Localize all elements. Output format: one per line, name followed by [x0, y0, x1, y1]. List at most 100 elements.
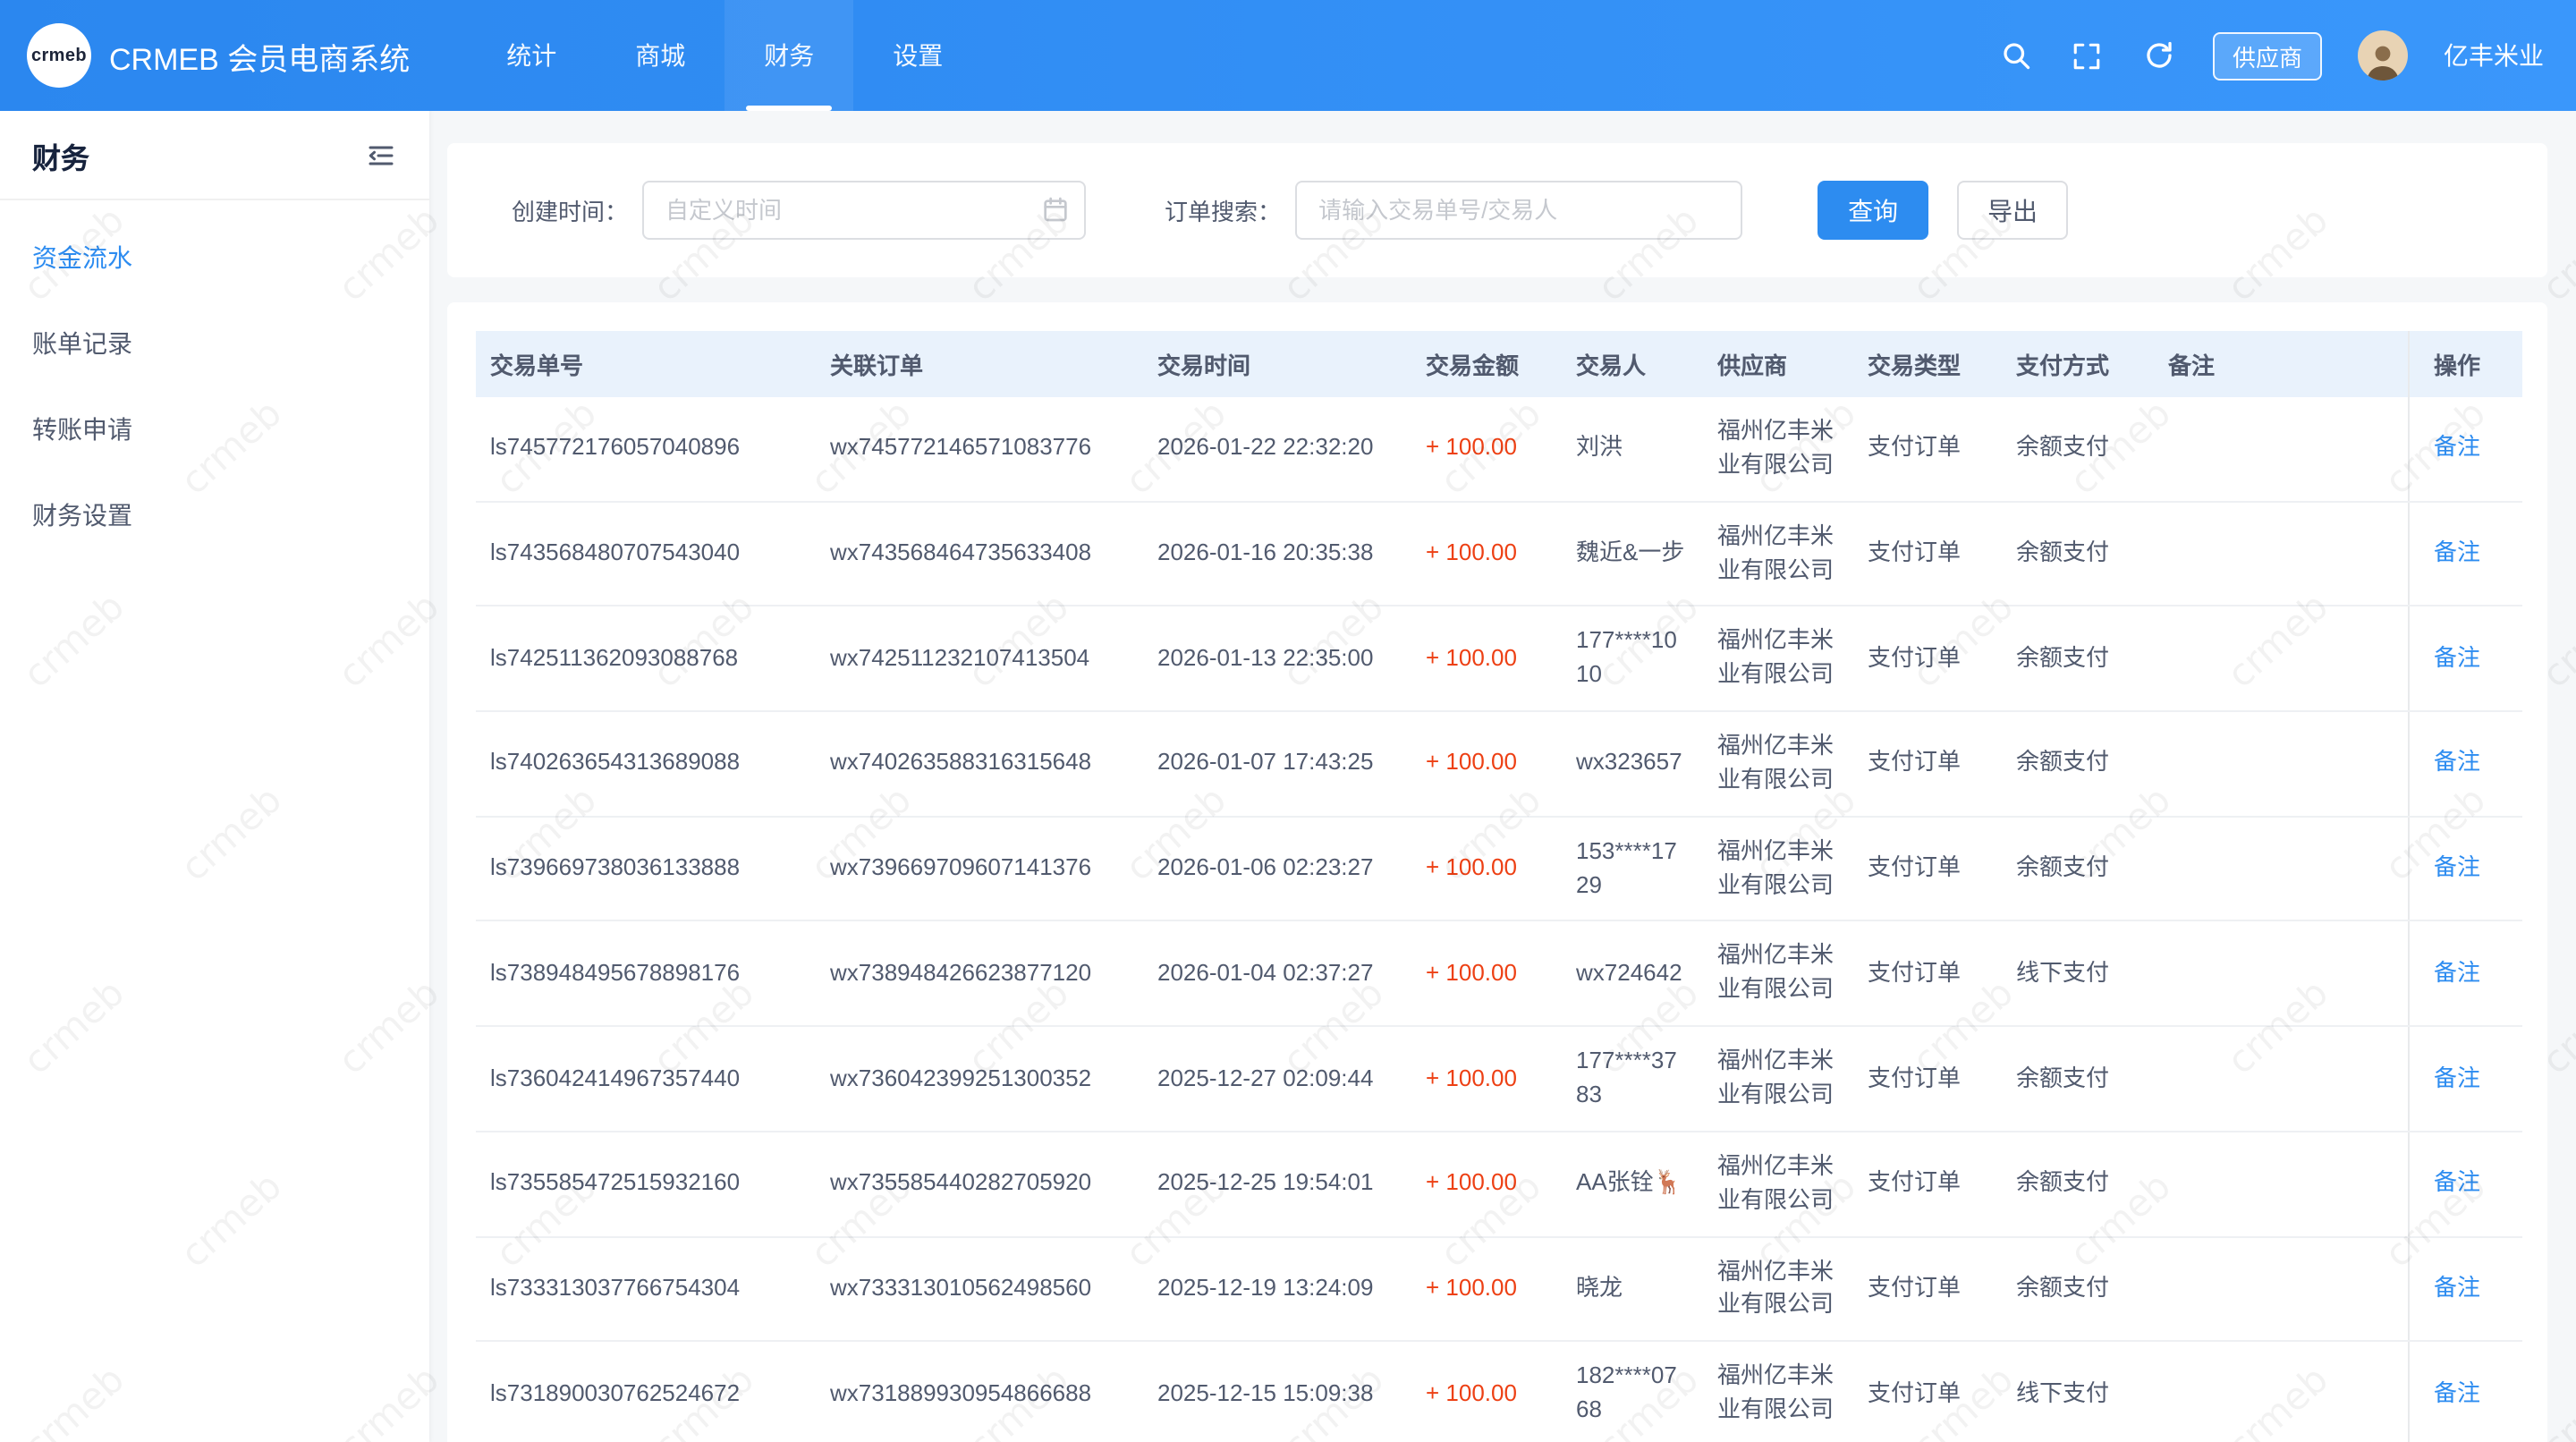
- cell-amount: + 100.00: [1411, 711, 1562, 816]
- sidebar-item-finance-settings[interactable]: 财务设置: [0, 472, 429, 558]
- col-trader: 交易人: [1562, 331, 1703, 397]
- remark-link[interactable]: 备注: [2434, 959, 2480, 986]
- cell-supplier: 福州亿丰米业有限公司: [1703, 711, 1853, 816]
- export-button[interactable]: 导出: [1957, 181, 2068, 240]
- cell-order-no: ls745772176057040896: [476, 397, 816, 501]
- cell-remark: [2154, 921, 2408, 1026]
- cell-trader: 177****3783: [1562, 1026, 1703, 1131]
- cell-remark: [2154, 711, 2408, 816]
- search-icon[interactable]: [1998, 38, 2034, 73]
- cell-trader: 182****0768: [1562, 1341, 1703, 1442]
- refresh-icon[interactable]: [2141, 38, 2177, 73]
- order-search-input[interactable]: [1295, 181, 1742, 240]
- cell-pay-method: 余额支付: [2002, 606, 2154, 711]
- cell-order-no: ls738948495678898176: [476, 921, 816, 1026]
- app-title: CRMEB 会员电商系统: [109, 33, 410, 78]
- cell-pay-method: 线下支付: [2002, 921, 2154, 1026]
- cell-actions: 备注: [2408, 501, 2522, 606]
- header-right: 供应商 亿丰米业: [1998, 30, 2576, 81]
- cell-supplier: 福州亿丰米业有限公司: [1703, 1132, 1853, 1236]
- table-row: ls745772176057040896 wx74577214657108377…: [476, 397, 2522, 501]
- table-row: ls731890030762524672 wx73188993095486668…: [476, 1341, 2522, 1442]
- cell-amount: + 100.00: [1411, 501, 1562, 606]
- supplier-role-badge[interactable]: 供应商: [2213, 31, 2322, 80]
- cell-type: 支付订单: [1853, 1026, 2002, 1131]
- remark-link[interactable]: 备注: [2434, 853, 2480, 880]
- cell-time: 2026-01-07 17:43:25: [1143, 711, 1411, 816]
- remark-link[interactable]: 备注: [2434, 1168, 2480, 1195]
- sidebar-item-transfer-request[interactable]: 转账申请: [0, 386, 429, 472]
- menu-fold-icon[interactable]: [365, 139, 397, 171]
- cell-type: 支付订单: [1853, 817, 2002, 921]
- cell-type: 支付订单: [1853, 921, 2002, 1026]
- table-row: ls735585472515932160 wx73558544028270592…: [476, 1132, 2522, 1236]
- filter-bar: 创建时间： 订单搜索： 查询 导出: [447, 143, 2547, 277]
- cell-actions: 备注: [2408, 1236, 2522, 1341]
- cell-order-no: ls735585472515932160: [476, 1132, 816, 1236]
- top-nav-item-finance[interactable]: 财务: [724, 0, 853, 111]
- cell-amount: + 100.00: [1411, 1236, 1562, 1341]
- cell-time: 2025-12-27 02:09:44: [1143, 1026, 1411, 1131]
- table-body: ls745772176057040896 wx74577214657108377…: [476, 397, 2522, 1442]
- remark-link[interactable]: 备注: [2434, 1064, 2480, 1090]
- cell-actions: 备注: [2408, 606, 2522, 711]
- cell-trader: wx323657: [1562, 711, 1703, 816]
- top-nav: 统计 商城 财务 设置: [467, 0, 982, 111]
- create-time-date-input[interactable]: [642, 181, 1086, 240]
- cell-supplier: 福州亿丰米业有限公司: [1703, 501, 1853, 606]
- cell-type: 支付订单: [1853, 1341, 2002, 1442]
- top-nav-item-settings[interactable]: 设置: [853, 0, 982, 111]
- transactions-table-card: 交易单号 关联订单 交易时间 交易金额 交易人 供应商 交易类型 支付方式 备注…: [447, 302, 2547, 1442]
- cell-order-no: ls733313037766754304: [476, 1236, 816, 1341]
- cell-supplier: 福州亿丰米业有限公司: [1703, 1341, 1853, 1442]
- cell-actions: 备注: [2408, 711, 2522, 816]
- cell-pay-method: 余额支付: [2002, 397, 2154, 501]
- remark-link[interactable]: 备注: [2434, 644, 2480, 671]
- remark-link[interactable]: 备注: [2434, 1378, 2480, 1405]
- cell-time: 2026-01-04 02:37:27: [1143, 921, 1411, 1026]
- sidebar-title: 财务: [32, 133, 89, 176]
- app-logo: crmeb: [27, 23, 91, 88]
- top-nav-item-mall[interactable]: 商城: [596, 0, 724, 111]
- col-actions: 操作: [2408, 331, 2522, 397]
- cell-amount: + 100.00: [1411, 1132, 1562, 1236]
- remark-link[interactable]: 备注: [2434, 434, 2480, 461]
- cell-actions: 备注: [2408, 1132, 2522, 1236]
- cell-remark: [2154, 397, 2408, 501]
- cell-order-no: ls739669738036133888: [476, 817, 816, 921]
- cell-order-no: ls731890030762524672: [476, 1341, 816, 1442]
- sidebar-item-bill-records[interactable]: 账单记录: [0, 301, 429, 386]
- cell-trader: 刘洪: [1562, 397, 1703, 501]
- sidebar-menu: 资金流水 账单记录 转账申请 财务设置: [0, 200, 429, 558]
- cell-supplier: 福州亿丰米业有限公司: [1703, 1236, 1853, 1341]
- top-nav-item-stats[interactable]: 统计: [467, 0, 596, 111]
- cell-amount: + 100.00: [1411, 397, 1562, 501]
- fullscreen-icon[interactable]: [2070, 38, 2106, 73]
- cell-related-order: wx743568464735633408: [816, 501, 1143, 606]
- cell-related-order: wx740263588316315648: [816, 711, 1143, 816]
- cell-time: 2025-12-19 13:24:09: [1143, 1236, 1411, 1341]
- remark-link[interactable]: 备注: [2434, 749, 2480, 776]
- col-related-order: 关联订单: [816, 331, 1143, 397]
- table-header-row: 交易单号 关联订单 交易时间 交易金额 交易人 供应商 交易类型 支付方式 备注…: [476, 331, 2522, 397]
- query-button[interactable]: 查询: [1818, 181, 1928, 240]
- create-time-label: 创建时间：: [512, 193, 628, 227]
- order-search-label: 订单搜索：: [1165, 193, 1281, 227]
- table-row: ls739669738036133888 wx73966970960714137…: [476, 817, 2522, 921]
- sidebar-item-capital-flow[interactable]: 资金流水: [0, 215, 429, 301]
- cell-pay-method: 余额支付: [2002, 501, 2154, 606]
- cell-type: 支付订单: [1853, 1132, 2002, 1236]
- remark-link[interactable]: 备注: [2434, 539, 2480, 565]
- cell-related-order: wx739669709607141376: [816, 817, 1143, 921]
- cell-related-order: wx731889930954866688: [816, 1341, 1143, 1442]
- cell-trader: 魏近&一步: [1562, 501, 1703, 606]
- table-row: ls742511362093088768 wx74251123210741350…: [476, 606, 2522, 711]
- username[interactable]: 亿丰米业: [2444, 38, 2544, 73]
- cell-trader: 153****1729: [1562, 817, 1703, 921]
- cell-supplier: 福州亿丰米业有限公司: [1703, 1026, 1853, 1131]
- col-remark: 备注: [2154, 331, 2408, 397]
- avatar[interactable]: [2358, 30, 2408, 81]
- remark-link[interactable]: 备注: [2434, 1274, 2480, 1301]
- cell-remark: [2154, 1236, 2408, 1341]
- sidebar: 财务 资金流水 账单记录 转账申请 财务设置: [0, 111, 429, 1442]
